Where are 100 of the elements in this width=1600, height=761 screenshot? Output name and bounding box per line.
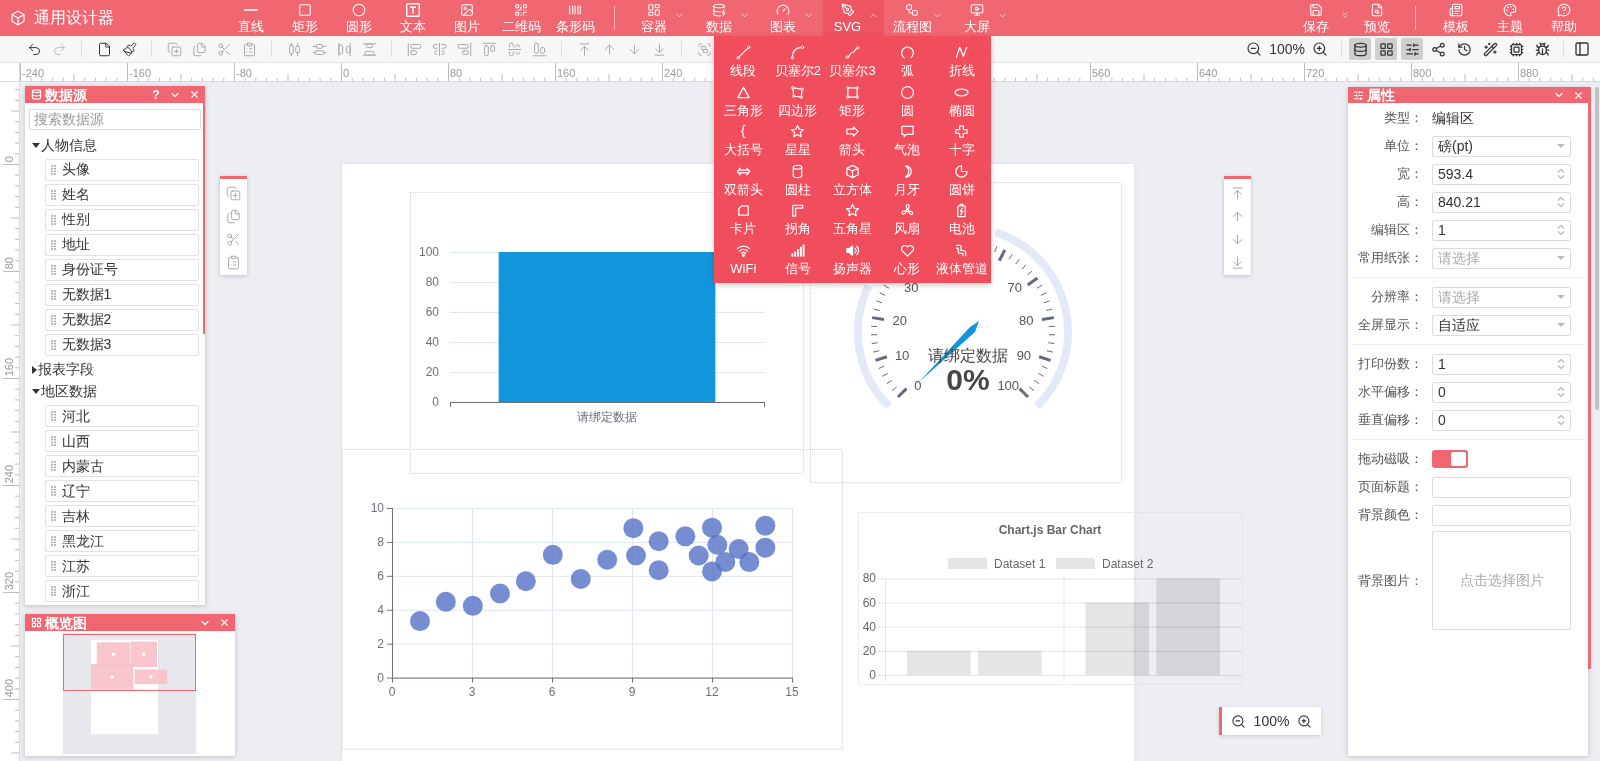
field-item[interactable]: 辽宁 (44, 480, 199, 502)
align-center-icon[interactable] (431, 41, 447, 57)
field-item[interactable]: 性别 (44, 208, 199, 231)
arrow-down-icon[interactable] (1230, 232, 1245, 247)
legend-swatch-icon[interactable] (948, 558, 987, 569)
dropdown-menu-button[interactable]: 容器 (629, 0, 690, 36)
shape-menu-item[interactable]: 弧 (879, 45, 935, 85)
arrow-down-to-line-icon[interactable] (1230, 255, 1245, 270)
shape-menu-item[interactable]: 立方体 (825, 163, 880, 203)
tool-button[interactable]: 图片 (440, 0, 494, 36)
text-field[interactable] (1432, 476, 1571, 498)
toggle-switch[interactable] (1432, 450, 1468, 468)
action-button[interactable]: 模板 (1429, 0, 1483, 36)
shape-menu-item[interactable]: 四边形 (770, 84, 826, 124)
scissors-icon[interactable] (216, 41, 232, 57)
close-icon[interactable] (219, 617, 230, 628)
close-icon[interactable] (1573, 89, 1584, 101)
panel-toggle-button[interactable] (1375, 38, 1397, 60)
spinner-icon[interactable] (1557, 224, 1565, 236)
text-field[interactable] (1432, 504, 1571, 526)
scrollbar-thumb[interactable] (1595, 87, 1599, 410)
search-field[interactable]: 搜索数据源 (29, 109, 201, 130)
shape-menu-item[interactable]: 五角星 (825, 203, 880, 243)
action-button[interactable]: 保存 (1292, 0, 1350, 36)
undo-icon[interactable] (26, 41, 42, 57)
distribute-horizontal-icon[interactable] (286, 41, 302, 57)
legend-swatch-icon[interactable] (1056, 558, 1095, 569)
spinner-icon[interactable] (1557, 196, 1565, 208)
copy-plus-icon[interactable] (226, 186, 241, 201)
spinner-icon[interactable] (1557, 414, 1565, 426)
tree-group-row[interactable]: 地区数据 (29, 380, 201, 403)
shape-menu-item[interactable]: WiFi (716, 242, 771, 282)
shape-menu-item[interactable]: 大括号 (716, 124, 771, 164)
dropdown-menu-button[interactable]: 流程图 (887, 0, 948, 36)
scrollbar-thumb[interactable] (203, 103, 205, 334)
shape-menu-item[interactable]: 贝塞尔2 (770, 45, 826, 85)
shape-menu-item[interactable]: 折线 (934, 45, 989, 85)
dropdown-menu-button[interactable]: 大屏 (951, 0, 1013, 36)
close-icon[interactable] (189, 89, 200, 100)
file-icon[interactable] (96, 41, 112, 57)
scrollbar-thumb[interactable] (1588, 87, 1591, 669)
field-item[interactable]: 内蒙古 (44, 455, 199, 477)
align-left-icon[interactable] (406, 41, 422, 57)
image-picker[interactable]: 点击选择图片 (1432, 531, 1571, 630)
group-icon[interactable] (696, 41, 712, 57)
number-field[interactable]: 593.4 (1432, 163, 1571, 185)
select-field[interactable]: 自适应 (1432, 314, 1571, 336)
tree-group-row[interactable]: 报表字段 (29, 358, 201, 381)
number-field[interactable]: 1 (1432, 219, 1571, 241)
action-button[interactable]: 帮助 (1537, 0, 1591, 36)
select-field[interactable]: 磅(pt) (1432, 135, 1571, 157)
field-item[interactable]: 无数据1 (44, 283, 199, 306)
spinner-icon[interactable] (1557, 358, 1565, 370)
scissors-icon[interactable] (226, 232, 241, 247)
panel-toggle-button[interactable] (1349, 38, 1371, 60)
shape-menu-item[interactable]: 矩形 (825, 84, 880, 124)
distribute-vertical-icon[interactable] (311, 41, 327, 57)
align-bottom-icon[interactable] (531, 41, 547, 57)
action-button[interactable]: 主题 (1483, 0, 1537, 36)
shape-menu-item[interactable]: 液体管道 (934, 242, 989, 282)
shape-menu-item[interactable]: 星星 (770, 124, 826, 164)
field-item[interactable]: 山西 (44, 430, 199, 452)
zoom-in-icon[interactable] (1297, 713, 1312, 729)
select-field[interactable]: 请选择 (1432, 247, 1571, 269)
number-field[interactable]: 0 (1432, 381, 1571, 403)
shape-menu-item[interactable]: 线段 (716, 45, 771, 85)
field-item[interactable]: 地址 (44, 233, 199, 256)
shape-menu-item[interactable]: 圆柱 (770, 163, 826, 203)
tool-button[interactable]: 文本 (386, 0, 440, 36)
arrow-down-icon[interactable] (626, 41, 642, 57)
field-item[interactable]: 无数据2 (44, 308, 199, 331)
legend-label[interactable]: Dataset 1 (994, 557, 1046, 571)
clipboard-icon[interactable] (226, 255, 241, 270)
action-button[interactable]: 预览 (1350, 0, 1404, 36)
shape-menu-item[interactable]: 气泡 (879, 124, 935, 164)
shape-menu-item[interactable]: 月牙 (879, 163, 935, 203)
zoom-out-icon[interactable] (1246, 41, 1263, 57)
zoom-out-icon[interactable] (1231, 713, 1246, 729)
tree-group-row[interactable]: 人物信息 (29, 134, 201, 156)
dropdown-menu-button[interactable]: 数据 (693, 0, 755, 36)
clipboard-icon[interactable] (241, 41, 257, 57)
spinner-icon[interactable] (1557, 386, 1565, 398)
dropdown-menu-button[interactable]: SVG (822, 0, 884, 36)
tool-button[interactable]: 矩形 (278, 0, 332, 36)
spinner-icon[interactable] (1557, 168, 1565, 180)
shape-menu-item[interactable]: 心形 (879, 242, 935, 282)
select-field[interactable]: 请选择 (1432, 286, 1571, 308)
shape-menu-item[interactable]: 双箭头 (716, 163, 771, 203)
shape-menu-item[interactable]: 十字 (934, 124, 989, 164)
space-vertical-icon[interactable] (361, 41, 377, 57)
field-item[interactable]: 浙江 (44, 580, 199, 602)
panel-icon[interactable] (1574, 41, 1590, 57)
space-horizontal-icon[interactable] (336, 41, 352, 57)
number-field[interactable]: 1 (1432, 353, 1571, 375)
dropdown-menu-button[interactable]: 图表 (758, 0, 819, 36)
files-icon[interactable] (191, 41, 207, 57)
tool-button[interactable]: 圆形 (332, 0, 386, 36)
shape-menu-item[interactable]: 椭圆 (934, 84, 989, 124)
field-item[interactable]: 姓名 (44, 183, 199, 206)
shape-menu-item[interactable]: 圆饼 (934, 163, 989, 203)
